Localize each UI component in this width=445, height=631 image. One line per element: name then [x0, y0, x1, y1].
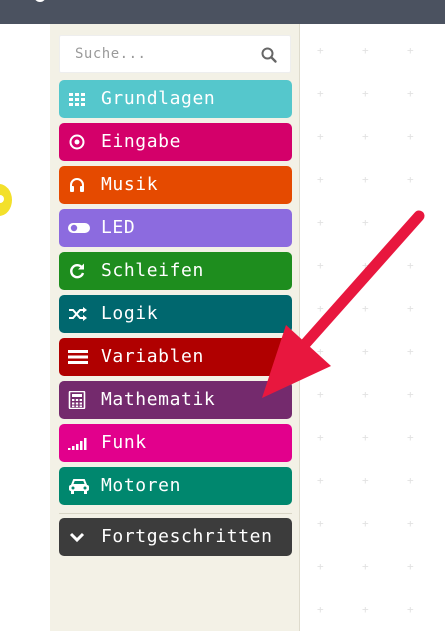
grid-marker: +: [407, 302, 414, 315]
grid-marker: +: [317, 474, 324, 487]
grid-marker: +: [362, 173, 369, 186]
toolbox-separator: [59, 513, 292, 514]
grid-marker: +: [362, 517, 369, 530]
top-bar: [0, 0, 445, 24]
category-fortgeschritten[interactable]: Fortgeschritten: [59, 518, 292, 556]
grid-marker: +: [362, 130, 369, 143]
calculator-icon: [68, 390, 86, 410]
grid-marker: +: [317, 603, 324, 616]
grid-marker: +: [317, 345, 324, 358]
grid-marker: +: [317, 431, 324, 444]
search-input[interactable]: [60, 36, 265, 72]
grid-marker: +: [407, 474, 414, 487]
grid-marker: +: [317, 130, 324, 143]
headphones-icon: [68, 176, 86, 194]
category-label: Fortgeschritten: [101, 526, 273, 547]
search-box[interactable]: [59, 35, 291, 73]
grid-marker: +: [407, 173, 414, 186]
grid-marker: +: [407, 517, 414, 530]
grid-marker: +: [362, 259, 369, 272]
target-icon: [68, 133, 86, 151]
car-icon: [68, 477, 89, 495]
grid-marker: +: [317, 302, 324, 315]
grid-marker: +: [362, 302, 369, 315]
signal-icon: [68, 434, 87, 452]
category-schleifen[interactable]: Schleifen: [59, 252, 292, 290]
topbar-logo-fragment: [34, 0, 46, 2]
category-label: Mathematik: [101, 389, 216, 410]
category-label: Schleifen: [101, 260, 204, 281]
toggle-icon: [68, 219, 90, 237]
category-label: Eingabe: [101, 131, 182, 152]
workspace-canvas[interactable]: + + + + + + + + + + + + + + + + + + + + + + + + + + + + + + + + + + + + + + + +…: [300, 24, 445, 631]
list-icon: [68, 348, 88, 366]
grid-marker: +: [362, 44, 369, 57]
grid-marker: +: [407, 87, 414, 100]
category-led[interactable]: LED: [59, 209, 292, 247]
grid-marker: +: [317, 216, 324, 229]
grid-marker: +: [407, 259, 414, 272]
category-label: Motoren: [101, 475, 182, 496]
category-logik[interactable]: Logik: [59, 295, 292, 333]
grid-marker: +: [407, 560, 414, 573]
grid-marker: +: [362, 431, 369, 444]
category-label: Grundlagen: [101, 88, 216, 109]
grid-marker: +: [407, 603, 414, 616]
grid-marker: +: [317, 560, 324, 573]
category-label: LED: [101, 217, 136, 238]
chevron-down-icon: [68, 528, 86, 546]
grid-marker: +: [362, 474, 369, 487]
search-icon[interactable]: [260, 46, 278, 64]
category-label: Musik: [101, 174, 159, 195]
category-variablen[interactable]: Variablen: [59, 338, 292, 376]
grid-icon: [68, 90, 86, 108]
grid-marker: +: [362, 388, 369, 401]
category-musik[interactable]: Musik: [59, 166, 292, 204]
grid-marker: +: [362, 345, 369, 358]
category-motoren[interactable]: Motoren: [59, 467, 292, 505]
category-label: Logik: [101, 303, 159, 324]
grid-marker: +: [407, 388, 414, 401]
shuffle-icon: [68, 305, 87, 323]
category-label: Funk: [101, 432, 147, 453]
grid-marker: +: [317, 517, 324, 530]
grid-marker: +: [362, 87, 369, 100]
simulator-button-partial[interactable]: [0, 184, 12, 216]
grid-marker: +: [317, 87, 324, 100]
grid-marker: +: [407, 130, 414, 143]
category-funk[interactable]: Funk: [59, 424, 292, 462]
grid-marker: +: [317, 173, 324, 186]
refresh-icon: [68, 262, 86, 280]
grid-marker: +: [407, 431, 414, 444]
grid-marker: +: [362, 560, 369, 573]
grid-marker: +: [317, 259, 324, 272]
simulator-area: [0, 24, 50, 631]
grid-marker: +: [362, 216, 369, 229]
grid-marker: +: [362, 603, 369, 616]
grid-marker: +: [407, 44, 414, 57]
category-mathematik[interactable]: Mathematik: [59, 381, 292, 419]
grid-marker: +: [317, 388, 324, 401]
category-grundlagen[interactable]: Grundlagen: [59, 80, 292, 118]
category-label: Variablen: [101, 346, 204, 367]
grid-marker: +: [317, 44, 324, 57]
grid-marker: +: [407, 345, 414, 358]
category-eingabe[interactable]: Eingabe: [59, 123, 292, 161]
grid-marker: +: [407, 216, 414, 229]
